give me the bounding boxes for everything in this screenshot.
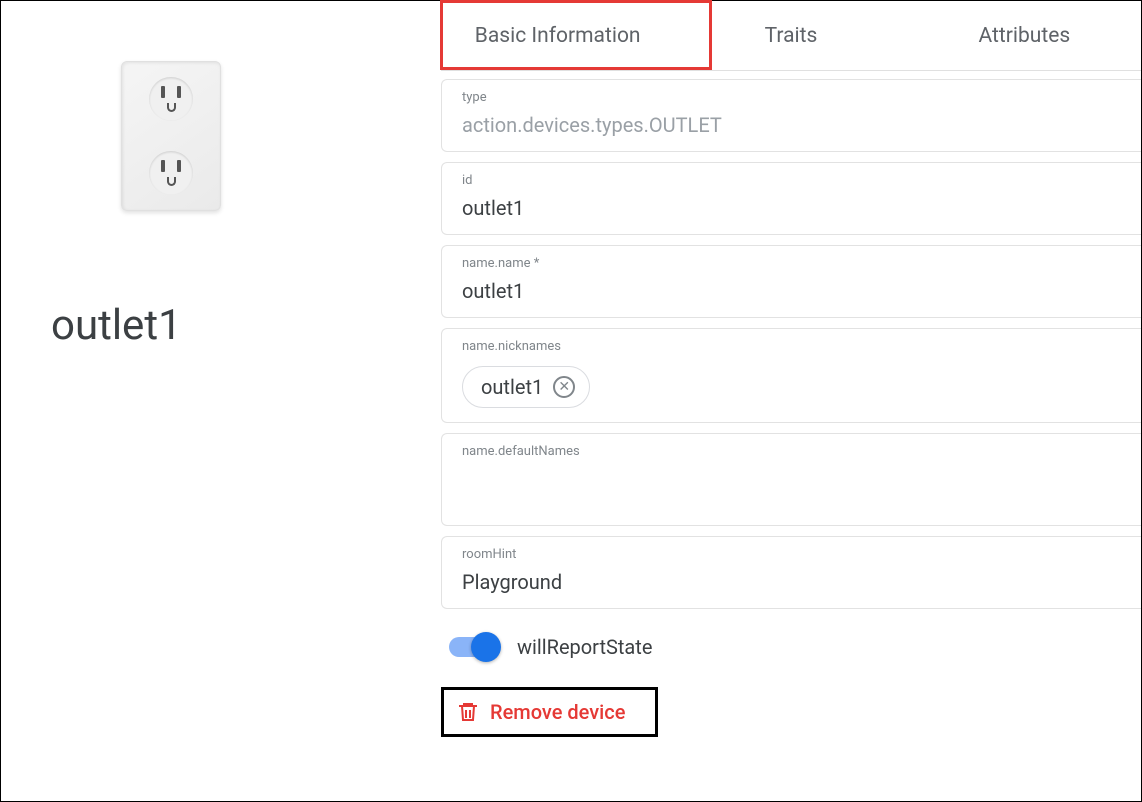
name-input[interactable]	[462, 279, 1121, 303]
tab-attributes[interactable]: Attributes	[908, 1, 1141, 70]
field-nicknames-label: name.nicknames	[462, 339, 1121, 354]
nickname-chip-label: outlet1	[481, 375, 543, 399]
will-report-state-toggle[interactable]	[449, 637, 499, 657]
field-name-label: name.name *	[462, 256, 1121, 271]
tab-basic-information[interactable]: Basic Information	[441, 1, 674, 70]
field-id-label: id	[462, 173, 1121, 188]
chip-remove-icon[interactable]: ✕	[553, 376, 575, 398]
room-hint-input[interactable]	[462, 570, 1121, 594]
field-type: type action.devices.types.OUTLET	[441, 79, 1141, 152]
will-report-state-label: willReportState	[517, 635, 652, 659]
tab-traits[interactable]: Traits	[674, 1, 907, 70]
field-name[interactable]: name.name *	[441, 245, 1141, 318]
remove-device-label: Remove device	[490, 700, 625, 724]
trash-icon	[456, 700, 480, 724]
field-room-hint-label: roomHint	[462, 547, 1121, 562]
tab-bar: Basic Information Traits Attributes	[441, 1, 1141, 71]
field-type-label: type	[462, 90, 1121, 105]
field-room-hint[interactable]: roomHint	[441, 536, 1141, 609]
default-names-input[interactable]	[462, 467, 1121, 491]
device-title: outlet1	[51, 301, 441, 350]
field-id-value: outlet1	[462, 196, 1121, 220]
field-id: id outlet1	[441, 162, 1141, 235]
nickname-chip[interactable]: outlet1 ✕	[462, 366, 590, 408]
field-type-value: action.devices.types.OUTLET	[462, 113, 1121, 137]
outlet-icon	[121, 61, 221, 211]
remove-device-button[interactable]: Remove device	[456, 700, 625, 724]
field-nicknames[interactable]: name.nicknames outlet1 ✕	[441, 328, 1141, 423]
field-default-names-label: name.defaultNames	[462, 444, 1121, 459]
field-default-names[interactable]: name.defaultNames	[441, 433, 1141, 526]
